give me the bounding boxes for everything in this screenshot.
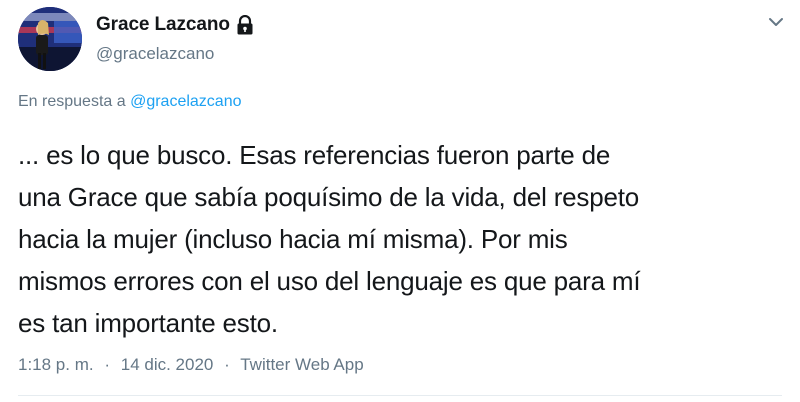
meta-separator: ·	[224, 355, 230, 374]
reply-context: En respuesta a @gracelazcano	[18, 93, 242, 111]
tweet-text-line: ... es lo que busco. Esas referencias fu…	[18, 140, 611, 170]
divider	[18, 395, 782, 396]
display-name-row: Grace Lazcano	[96, 12, 254, 38]
tweet-date[interactable]: 14 dic. 2020	[121, 355, 214, 374]
tweet-text-line: mismos errores con el uso del lenguaje e…	[18, 266, 641, 296]
tweet-text-line: es tan importante esto.	[18, 308, 278, 338]
reply-prefix: En respuesta a	[18, 93, 126, 110]
user-info: Grace Lazcano @gracelazcano	[96, 12, 254, 64]
handle[interactable]: @gracelazcano	[96, 44, 254, 64]
tweet-meta: 1:18 p. m. · 14 dic. 2020 · Twitter Web …	[18, 355, 364, 375]
tweet-text-line: una Grace que sabía poquísimo de la vida…	[18, 182, 640, 212]
display-name[interactable]: Grace Lazcano	[96, 14, 230, 36]
tweet-time[interactable]: 1:18 p. m.	[18, 355, 94, 374]
tweet-text: ... es lo que busco. Esas referencias fu…	[18, 134, 788, 344]
avatar[interactable]	[18, 7, 82, 71]
tweet-source-link[interactable]: Twitter Web App	[240, 355, 363, 374]
tweet-card: Grace Lazcano @gracelazcano En respuesta…	[0, 0, 800, 402]
lock-icon	[236, 14, 254, 35]
meta-separator: ·	[104, 355, 111, 374]
tweet-text-line: hacia la mujer (incluso hacia mí misma).…	[18, 224, 568, 254]
chevron-down-icon[interactable]	[766, 12, 786, 32]
reply-mention-link[interactable]: @gracelazcano	[130, 93, 241, 110]
